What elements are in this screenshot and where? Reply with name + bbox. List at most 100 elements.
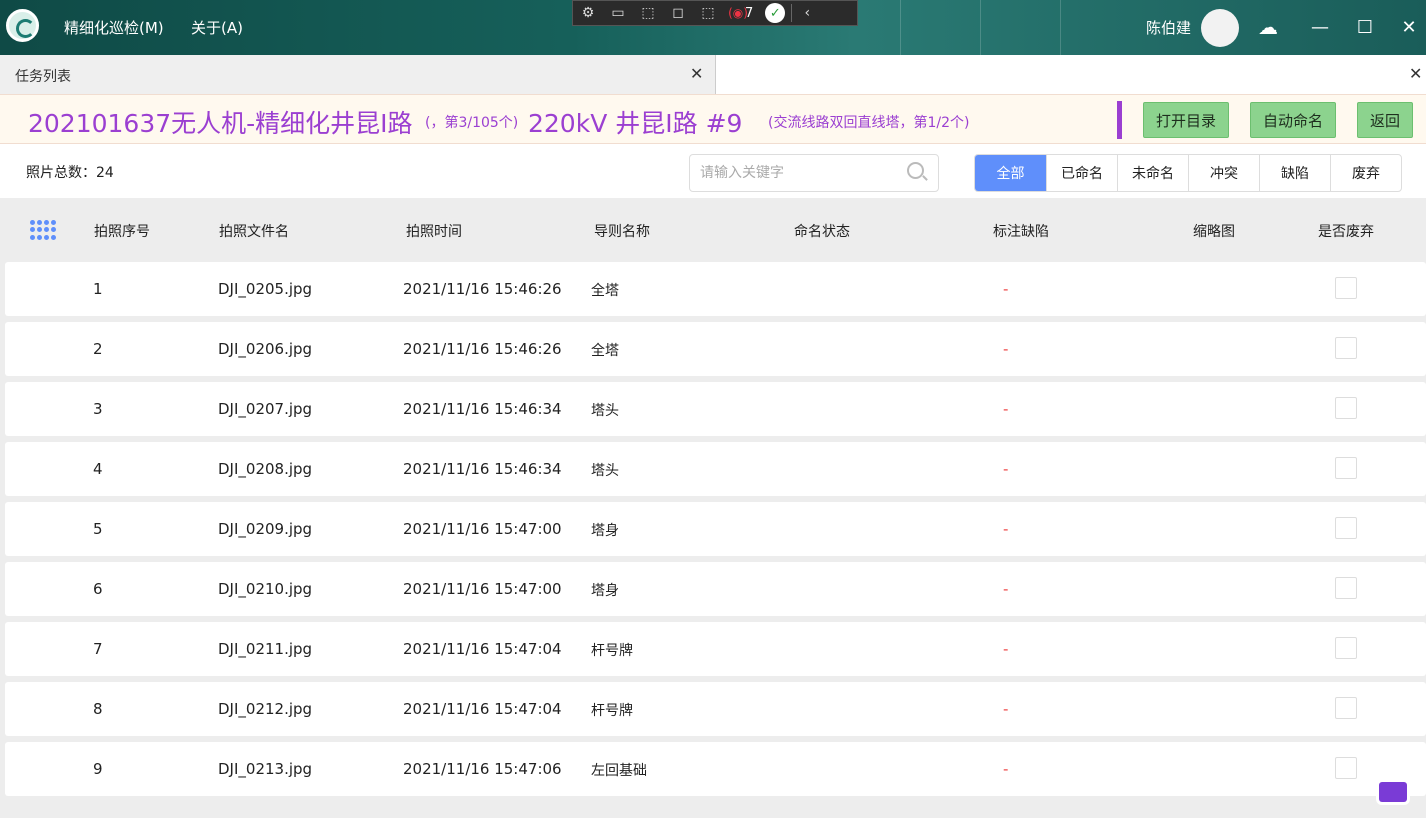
defect-value: - (1003, 640, 1009, 658)
photo-no: 2 (93, 340, 103, 358)
rule-name: 塔头 (591, 463, 619, 479)
table-body: 1 DJI_0205.jpg 2021/11/16 15:46:26 全塔 - … (5, 262, 1426, 802)
table-row[interactable]: 4 DJI_0208.jpg 2021/11/16 15:46:34 塔头 - (5, 442, 1426, 496)
tab-label: 任务列表 (15, 69, 71, 85)
photo-no: 7 (93, 640, 103, 658)
col-defect: 标注缺陷 (993, 224, 1049, 240)
file-name: DJI_0210.jpg (218, 580, 313, 598)
table-row[interactable]: 3 DJI_0207.jpg 2021/11/16 15:46:34 塔头 - (5, 382, 1426, 436)
column-settings-icon[interactable] (30, 220, 56, 240)
photo-total: 照片总数：24 (26, 165, 114, 181)
file-name: DJI_0211.jpg (218, 640, 313, 658)
minimize-icon[interactable]: — (1307, 14, 1333, 40)
filter-all[interactable]: 全部 (975, 155, 1046, 191)
menu-inspection[interactable]: 精细化巡检(M) (64, 17, 164, 38)
file-name: DJI_0209.jpg (218, 520, 313, 538)
photo-no: 9 (93, 760, 103, 778)
discard-checkbox[interactable] (1335, 277, 1357, 299)
photo-time: 2021/11/16 15:46:26 (403, 280, 562, 298)
table-row[interactable]: 5 DJI_0209.jpg 2021/11/16 15:47:00 塔身 - (5, 502, 1426, 556)
rule-name: 全塔 (591, 343, 619, 359)
tab-bar: 任务列表 ✕ ✕ (0, 55, 1426, 94)
photo-time: 2021/11/16 15:47:04 (403, 640, 562, 658)
menu-about[interactable]: 关于(A) (191, 17, 243, 38)
tab-task-list[interactable]: 任务列表 ✕ (0, 55, 716, 94)
filter-conflict[interactable]: 冲突 (1188, 155, 1259, 191)
window-capture-icon[interactable]: ◻ (663, 1, 693, 25)
discard-checkbox[interactable] (1335, 517, 1357, 539)
filter-discarded[interactable]: 废弃 (1330, 155, 1401, 191)
close-window-icon[interactable]: ✕ (1396, 14, 1422, 40)
photo-time: 2021/11/16 15:47:04 (403, 700, 562, 718)
photo-no: 5 (93, 520, 103, 538)
app-logo-icon (6, 9, 39, 42)
rule-name: 左回基础 (591, 763, 647, 779)
defect-value: - (1003, 400, 1009, 418)
pointer-select-icon[interactable]: ⬚ (633, 1, 663, 25)
avatar[interactable] (1201, 9, 1239, 47)
video-icon[interactable]: ▭ (603, 1, 633, 25)
floating-toolbar: ⚙ ▭ ⬚ ◻ ⬚ (◉) 7 ✓ ‹ (572, 0, 858, 26)
photo-time: 2021/11/16 15:47:00 (403, 580, 562, 598)
file-name: DJI_0207.jpg (218, 400, 313, 418)
tab-close-icon[interactable]: ✕ (1409, 64, 1422, 83)
user-name: 陈伯建 (1146, 19, 1192, 37)
rule-name: 杆号牌 (591, 703, 633, 719)
title-bar: 精细化巡检(M) 关于(A) ⚙ ▭ ⬚ ◻ ⬚ (◉) 7 ✓ ‹ 陈伯建 ☁… (0, 0, 1426, 55)
file-name: DJI_0208.jpg (218, 460, 313, 478)
discard-checkbox[interactable] (1335, 757, 1357, 779)
col-naming-status: 命名状态 (794, 224, 850, 240)
tower-title: 220kV 井昆Ⅰ路 #9 (528, 109, 743, 138)
discard-checkbox[interactable] (1335, 337, 1357, 359)
region-capture-icon[interactable]: ⬚ (693, 1, 723, 25)
col-discard: 是否废弃 (1318, 224, 1374, 240)
collapse-chevron-icon[interactable]: ‹ (792, 1, 822, 25)
image-gallery-icon[interactable] (1376, 775, 1410, 805)
table-row[interactable]: 9 DJI_0213.jpg 2021/11/16 15:47:06 左回基础 … (5, 742, 1426, 796)
tab-close-icon[interactable]: ✕ (690, 64, 703, 83)
defect-value: - (1003, 700, 1009, 718)
defect-value: - (1003, 580, 1009, 598)
search-input[interactable] (689, 154, 939, 192)
photo-no: 1 (93, 280, 103, 298)
discard-checkbox[interactable] (1335, 457, 1357, 479)
back-button[interactable]: 返回 (1357, 102, 1413, 138)
table-row[interactable]: 7 DJI_0211.jpg 2021/11/16 15:47:04 杆号牌 - (5, 622, 1426, 676)
rule-name: 塔身 (591, 583, 619, 599)
search-icon[interactable] (907, 162, 924, 179)
task-header: 202101637无人机-精细化井昆Ⅰ路 (，第3/105个) 220kV 井昆… (0, 94, 1426, 144)
open-directory-button[interactable]: 打开目录 (1143, 102, 1229, 138)
cloud-upload-icon[interactable]: ☁ (1255, 14, 1281, 40)
discard-checkbox[interactable] (1335, 637, 1357, 659)
file-name: DJI_0206.jpg (218, 340, 313, 358)
filter-unnamed[interactable]: 未命名 (1117, 155, 1188, 191)
col-thumbnail: 缩略图 (1193, 224, 1235, 240)
discard-checkbox[interactable] (1335, 397, 1357, 419)
photo-time: 2021/11/16 15:47:06 (403, 760, 562, 778)
defect-value: - (1003, 280, 1009, 298)
table-row[interactable]: 1 DJI_0205.jpg 2021/11/16 15:46:26 全塔 - (5, 262, 1426, 316)
photo-time: 2021/11/16 15:47:00 (403, 520, 562, 538)
rule-name: 杆号牌 (591, 643, 633, 659)
discard-checkbox[interactable] (1335, 577, 1357, 599)
discard-checkbox[interactable] (1335, 697, 1357, 719)
col-photo-no: 拍照序号 (94, 224, 150, 240)
table-row[interactable]: 8 DJI_0212.jpg 2021/11/16 15:47:04 杆号牌 - (5, 682, 1426, 736)
screenshot-settings-icon[interactable]: ⚙ (573, 1, 603, 25)
col-rule-name: 导则名称 (594, 224, 650, 240)
maximize-icon[interactable]: ☐ (1352, 14, 1378, 40)
background-pylons (860, 0, 1120, 55)
defect-value: - (1003, 460, 1009, 478)
photo-no: 6 (93, 580, 103, 598)
col-file-name: 拍照文件名 (219, 224, 289, 240)
confirm-icon[interactable]: ✓ (765, 3, 786, 23)
photo-time: 2021/11/16 15:46:34 (403, 460, 562, 478)
filter-named[interactable]: 已命名 (1046, 155, 1117, 191)
filter-defect[interactable]: 缺陷 (1259, 155, 1330, 191)
auto-name-button[interactable]: 自动命名 (1250, 102, 1336, 138)
table-row[interactable]: 6 DJI_0210.jpg 2021/11/16 15:47:00 塔身 - (5, 562, 1426, 616)
rule-name: 塔身 (591, 523, 619, 539)
defect-value: - (1003, 760, 1009, 778)
file-name: DJI_0213.jpg (218, 760, 313, 778)
table-row[interactable]: 2 DJI_0206.jpg 2021/11/16 15:46:26 全塔 - (5, 322, 1426, 376)
